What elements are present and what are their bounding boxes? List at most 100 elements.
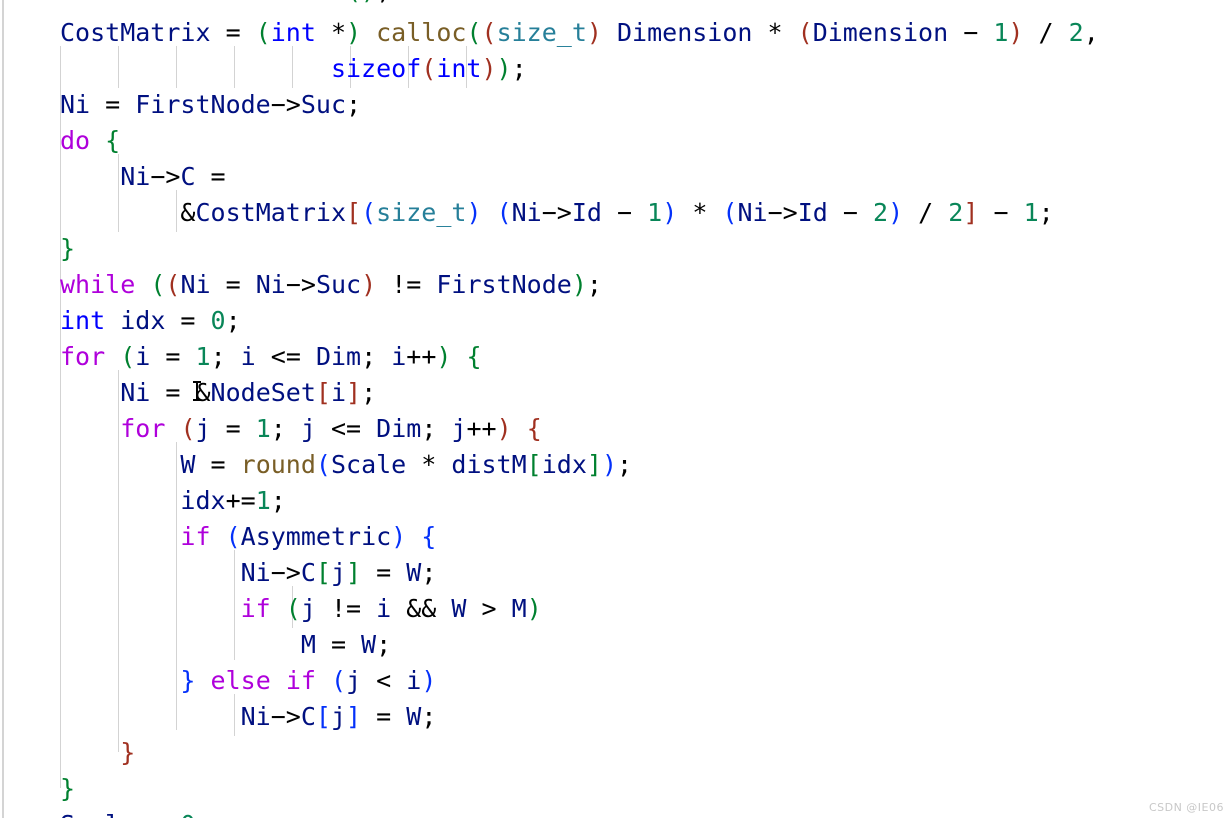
code-token: = [315, 630, 362, 659]
code-token: else [210, 666, 271, 695]
code-token: Ni [255, 270, 286, 299]
code-line[interactable]: if (Asymmetric) { [0, 519, 1230, 555]
code-line[interactable]: CostMatrix = (int *) calloc((size_t) Dim… [0, 15, 1230, 51]
code-token: = [165, 306, 211, 335]
code-token: [ [315, 558, 331, 587]
code-token: ) [1008, 18, 1024, 47]
code-line[interactable]: &CostMatrix[(size_t) (Ni−>Id − 1) * (Ni−… [0, 195, 1230, 231]
code-token: Ni [737, 198, 768, 227]
code-token: } [180, 666, 196, 695]
code-token: ) [346, 18, 362, 47]
code-line[interactable]: while ((Ni = Ni−>Suc) != FirstNode); [0, 267, 1230, 303]
code-token: i [391, 342, 407, 371]
code-token: i [135, 342, 151, 371]
code-token: / [1023, 18, 1069, 47]
code-token: <= [255, 342, 316, 371]
code-token: ) [601, 450, 617, 479]
code-token: { [466, 342, 482, 371]
code-token: i [406, 666, 422, 695]
code-line[interactable]: CreateNodes(); [0, 0, 1230, 9]
code-token: size_t [376, 198, 467, 227]
code-token: Suc [300, 90, 346, 119]
code-line[interactable]: if (j != i && W > M) [0, 591, 1230, 627]
code-token: 1 [255, 486, 271, 515]
code-line[interactable]: Ni = &NodeSet[i]; [0, 375, 1230, 411]
code-line[interactable]: Ni−>C[j] = W; [0, 555, 1230, 591]
code-token: Dimension [812, 18, 949, 47]
code-token: calloc [376, 18, 467, 47]
code-line[interactable]: } [0, 231, 1230, 267]
code-token: for [60, 342, 106, 371]
code-token: [ [315, 378, 331, 407]
code-line[interactable]: sizeof(int)); [0, 51, 1230, 87]
code-line[interactable]: M = W; [0, 627, 1230, 663]
code-line[interactable]: Ni−>C = [0, 159, 1230, 195]
code-token: − [963, 18, 979, 47]
code-line[interactable]: Ni−>C[j] = W; [0, 699, 1230, 735]
code-token: ( [361, 198, 377, 227]
code-token: ; [225, 306, 241, 335]
code-line[interactable]: for (j = 1; j <= Dim; j++) { [0, 411, 1230, 447]
code-token: C [300, 558, 316, 587]
code-token: Dim [376, 414, 422, 443]
code-token: j [346, 666, 362, 695]
code-token: W [406, 558, 422, 587]
code-token: FirstNode [135, 90, 271, 119]
code-token: ( [165, 270, 181, 299]
code-token: j [330, 702, 347, 731]
code-line[interactable]: for (i = 1; i <= Dim; i++) { [0, 339, 1230, 375]
code-line[interactable]: } [0, 771, 1230, 807]
code-token: ( [331, 666, 347, 695]
code-line[interactable]: do { [0, 123, 1230, 159]
code-line[interactable]: Scale = 0; [0, 807, 1230, 818]
code-token: ) [571, 270, 587, 299]
text-cursor-ibeam [193, 381, 201, 401]
code-token: { [105, 126, 121, 155]
code-line[interactable]: W = round(Scale * distM[idx]); [0, 447, 1230, 483]
code-line[interactable]: idx+=1; [0, 483, 1230, 519]
code-token: − [617, 198, 633, 227]
code-line[interactable]: Ni = FirstNode−>Suc; [0, 87, 1230, 123]
code-token: != [315, 594, 377, 623]
code-token: ( [285, 594, 301, 623]
code-token: ++ [406, 342, 437, 371]
code-surface[interactable]: CreateNodes(); CostMatrix = (int *) call… [0, 0, 1230, 818]
code-token: ) [662, 198, 678, 227]
code-token: W [361, 630, 377, 659]
code-token: C [300, 702, 316, 731]
code-token: − [842, 198, 858, 227]
code-line[interactable]: int idx = 0; [0, 303, 1230, 339]
code-token: distM [451, 450, 527, 479]
code-token: Id [571, 198, 602, 227]
code-token: M [300, 630, 316, 659]
code-token: ] [586, 450, 602, 479]
code-line[interactable]: } else if (j < i) [0, 663, 1230, 699]
code-token: 1 [993, 18, 1009, 47]
code-token: ( [797, 18, 813, 47]
code-editor-view[interactable]: CreateNodes(); CostMatrix = (int *) call… [0, 0, 1230, 818]
code-token: ; [346, 90, 362, 119]
code-token: i [330, 378, 347, 407]
code-token: * [752, 18, 798, 47]
code-line[interactable]: } [0, 735, 1230, 771]
code-token: ; [361, 342, 392, 371]
code-token: ( [180, 414, 196, 443]
code-token: for [120, 414, 166, 443]
